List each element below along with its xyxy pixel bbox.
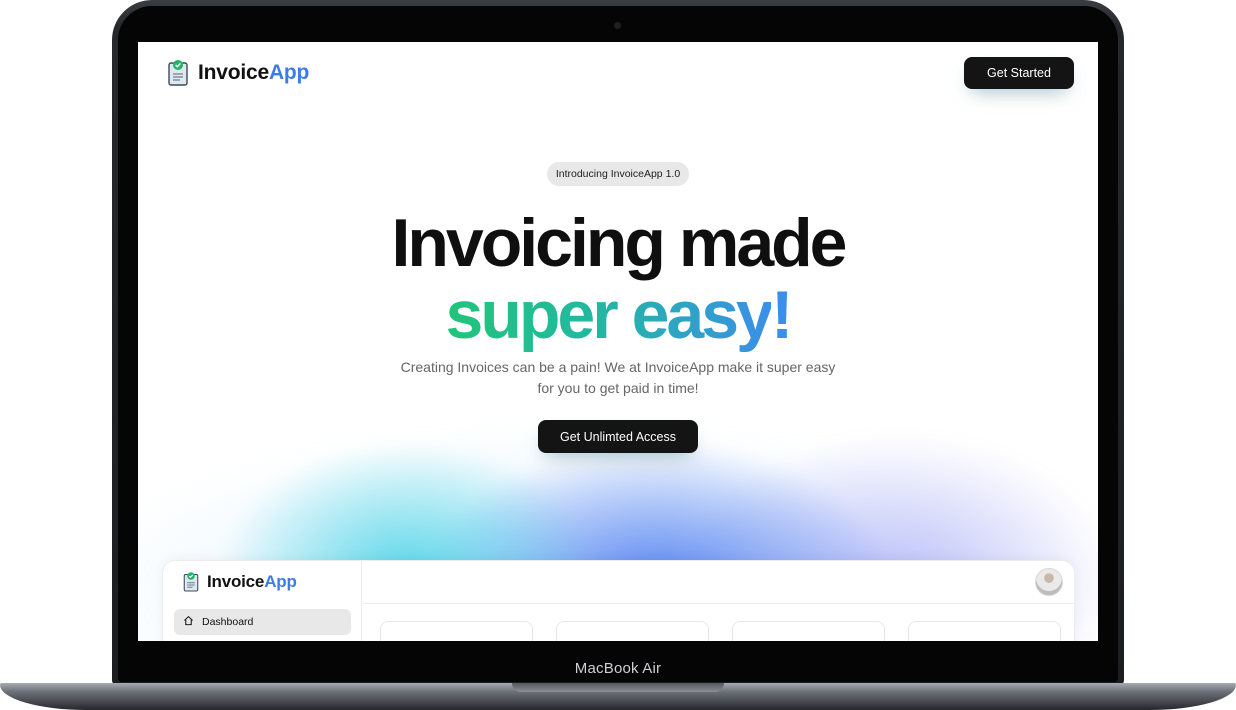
preview-sidebar: InvoiceApp Dashboard [163, 561, 362, 641]
hero-subtitle: Creating Invoices can be a pain! We at I… [400, 359, 836, 396]
headline-exclamation: ! [770, 277, 794, 353]
sidebar-item-dashboard[interactable]: Dashboard [174, 609, 351, 635]
stat-card [556, 621, 709, 641]
stat-card [732, 621, 885, 641]
device-model-label: MacBook Air [574, 660, 662, 677]
intro-badge: Introducing InvoiceApp 1.0 [547, 162, 689, 186]
screen: InvoiceApp Get Started Introducing Invoi… [138, 42, 1098, 641]
invoice-logo-icon [166, 59, 190, 87]
headline-gradient-text: super easy [445, 277, 774, 353]
stat-card [908, 621, 1061, 641]
get-unlimited-access-button[interactable]: Get Unlimted Access [538, 420, 698, 453]
invoice-logo-icon [182, 571, 200, 593]
headline-line-2: super easy! [138, 276, 1098, 354]
stat-card [380, 621, 533, 641]
home-icon [183, 615, 194, 629]
user-avatar[interactable] [1035, 568, 1063, 596]
preview-logo[interactable]: InvoiceApp [182, 571, 297, 593]
headline-line-1: Invoicing made [391, 205, 848, 281]
preview-topbar [362, 561, 1074, 604]
sidebar-item-label: Dashboard [202, 616, 254, 628]
laptop-base-notch [512, 683, 724, 692]
brand-name: InvoiceApp [198, 61, 310, 84]
get-started-button[interactable]: Get Started [964, 57, 1074, 89]
dashboard-preview: InvoiceApp Dashboard [163, 561, 1074, 641]
camera-icon [614, 22, 621, 29]
preview-brand-name: InvoiceApp [207, 572, 297, 591]
nav-logo[interactable]: InvoiceApp [166, 59, 309, 87]
